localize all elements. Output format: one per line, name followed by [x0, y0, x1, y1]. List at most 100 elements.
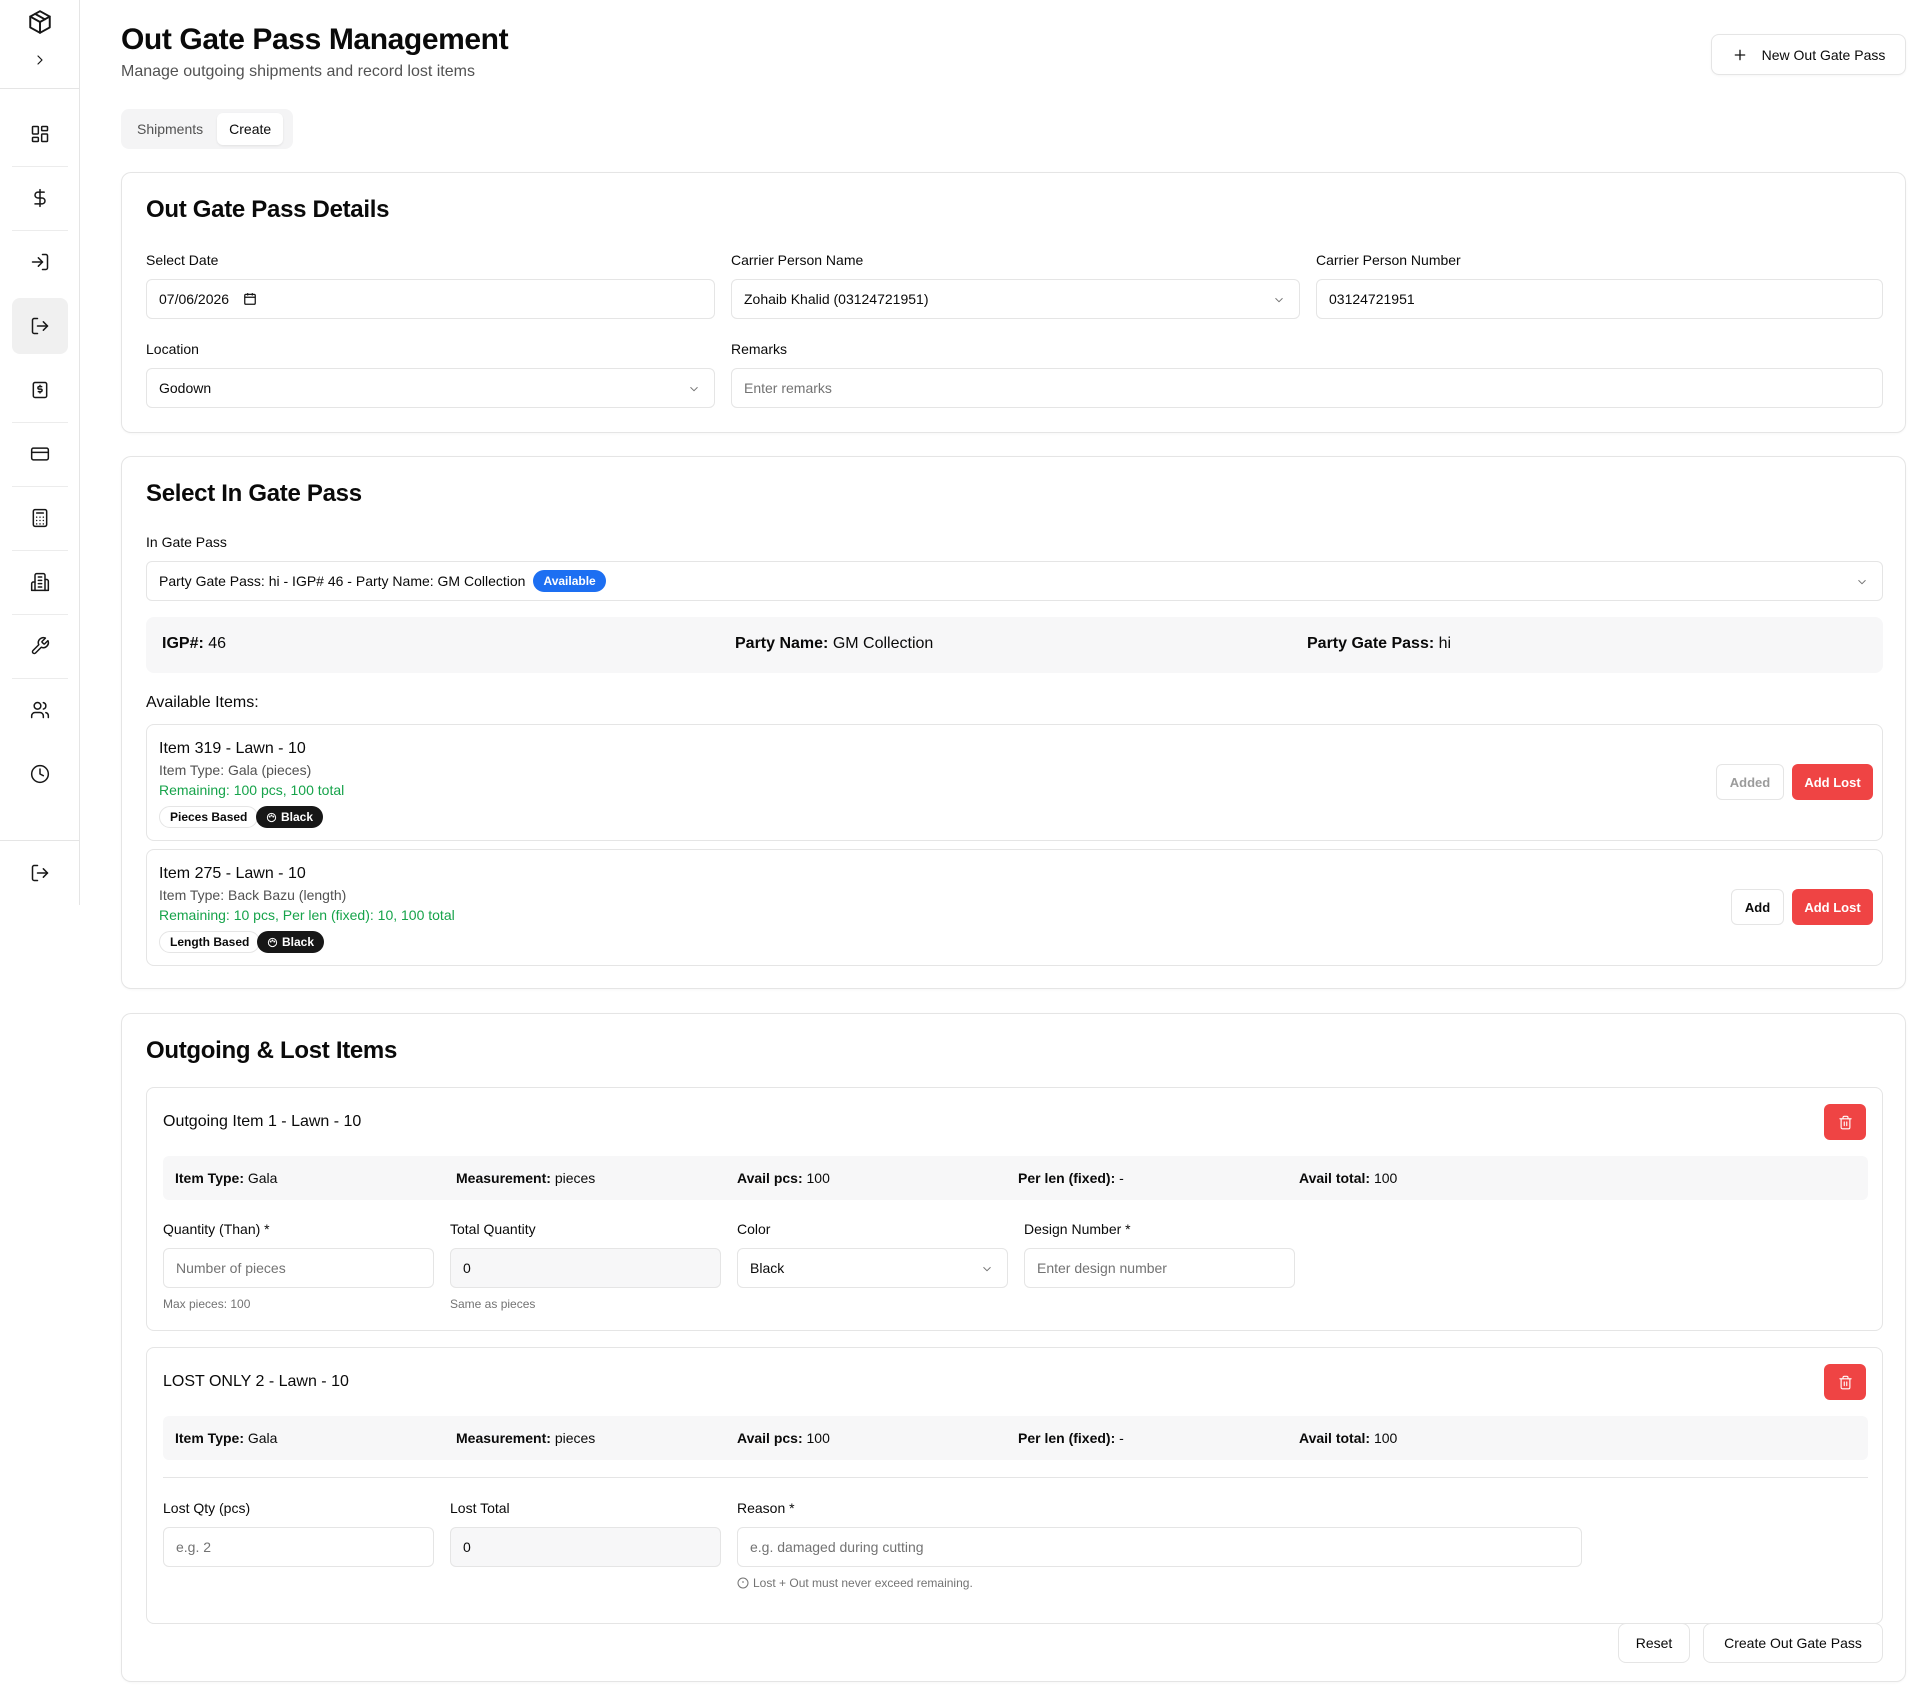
carrier-name-value: Zohaib Khalid (03124721951) — [744, 291, 929, 307]
remarks-label: Remarks — [731, 341, 788, 357]
sidebar — [0, 0, 80, 905]
carrier-name-select[interactable]: Zohaib Khalid (03124721951) — [731, 279, 1300, 319]
sidebar-item-history[interactable] — [12, 746, 68, 802]
calendar-icon[interactable] — [243, 292, 257, 306]
add-lost-button[interactable]: Add Lost — [1792, 764, 1873, 800]
palette-icon — [267, 937, 278, 947]
location-value: Godown — [159, 380, 212, 396]
create-out-gate-pass-button[interactable]: Create Out Gate Pass — [1703, 1623, 1883, 1663]
building-icon — [30, 572, 50, 592]
package-icon[interactable] — [26, 8, 54, 36]
color-chip: Black — [257, 931, 325, 953]
meta-item-type: Item Type: Gala — [175, 1170, 278, 1186]
item-remaining: Remaining: 100 pcs, 100 total — [159, 782, 345, 798]
chevron-down-icon — [1272, 293, 1286, 310]
tab-shipments[interactable]: Shipments — [125, 113, 215, 145]
item-remaining: Remaining: 10 pcs, Per len (fixed): 10, … — [159, 907, 455, 923]
reason-label: Reason * — [737, 1500, 795, 1516]
item-type: Item Type: Back Bazu (length) — [159, 887, 347, 903]
trash-icon — [1838, 1375, 1852, 1389]
added-button[interactable]: Added — [1716, 764, 1784, 800]
tab-create[interactable]: Create — [217, 113, 284, 145]
sidebar-item-finance[interactable] — [12, 170, 68, 226]
quantity-label: Quantity (Than) * — [163, 1221, 270, 1237]
meta-measurement: Measurement: pieces — [456, 1170, 596, 1186]
reason-input[interactable]: e.g. damaged during cutting — [737, 1527, 1582, 1567]
plus-icon — [1734, 49, 1745, 60]
wrench-icon — [31, 636, 50, 655]
delete-item-button[interactable] — [1824, 1364, 1866, 1400]
palette-icon — [266, 812, 277, 822]
party-gate-pass-summary: Party Gate Pass: hi — [1307, 635, 1452, 652]
total-quantity-input: 0 — [450, 1248, 721, 1288]
design-number-input[interactable]: Enter design number — [1024, 1248, 1295, 1288]
lost-qty-label: Lost Qty (pcs) — [163, 1500, 251, 1516]
carrier-name-label: Carrier Person Name — [731, 252, 864, 268]
color-label: Color — [737, 1221, 771, 1237]
sidebar-item-calculator[interactable] — [12, 490, 68, 546]
new-out-gate-pass-button[interactable]: New Out Gate Pass — [1711, 34, 1906, 75]
chevron-right-icon[interactable] — [30, 50, 50, 70]
sidebar-item-users[interactable] — [12, 682, 68, 738]
date-input[interactable]: 07/06/2026 — [146, 279, 715, 319]
date-label: Select Date — [146, 252, 219, 268]
users-icon — [30, 701, 50, 719]
lost-qty-input[interactable]: e.g. 2 — [163, 1527, 434, 1567]
quantity-input[interactable]: Number of pieces — [163, 1248, 434, 1288]
sidebar-item-in-gate[interactable] — [12, 234, 68, 290]
item-meta: Item Type: Gala Measurement: pieces Avai… — [163, 1156, 1868, 1200]
outgoing-item-title: Outgoing Item 1 - Lawn - 10 — [163, 1113, 362, 1130]
lost-total-input: 0 — [450, 1527, 721, 1567]
total-quantity-helper: Same as pieces — [450, 1297, 536, 1311]
remarks-input[interactable]: Enter remarks — [731, 368, 1883, 408]
delete-item-button[interactable] — [1824, 1104, 1866, 1140]
in-gate-pass-value: Party Gate Pass: hi - IGP# 46 - Party Na… — [159, 573, 526, 589]
sidebar-item-payments[interactable] — [12, 426, 68, 482]
credit-card-icon — [30, 447, 50, 461]
sidebar-item-tools[interactable] — [12, 618, 68, 674]
sidebar-item-out-gate[interactable] — [12, 298, 68, 354]
meta-per-len: Per len (fixed): - — [1018, 1430, 1124, 1446]
available-items-label: Available Items: — [146, 694, 259, 711]
sidebar-divider — [0, 88, 80, 89]
in-gate-pass-label: In Gate Pass — [146, 534, 227, 550]
new-out-gate-pass-label: New Out Gate Pass — [1761, 46, 1886, 63]
sidebar-divider-bottom — [0, 840, 80, 841]
add-lost-button[interactable]: Add Lost — [1792, 889, 1873, 925]
dollar-icon — [34, 188, 46, 208]
date-value: 07/06/2026 — [159, 291, 230, 307]
meta-avail-total: Avail total: 100 — [1299, 1430, 1398, 1446]
total-quantity-label: Total Quantity — [450, 1221, 536, 1237]
in-gate-pass-select[interactable]: Party Gate Pass: hi - IGP# 46 - Party Na… — [146, 561, 1883, 601]
divider — [163, 1477, 1868, 1478]
available-item-card: Item 275 - Lawn - 10 Item Type: Back Baz… — [146, 849, 1883, 966]
dashboard-icon — [31, 125, 49, 143]
out-gate-pass-details-card: Out Gate Pass Details Select Date 07/06/… — [121, 172, 1906, 433]
status-badge: Available — [533, 570, 606, 592]
clock-icon — [30, 764, 50, 784]
add-button[interactable]: Add — [1731, 889, 1784, 925]
location-select[interactable]: Godown — [146, 368, 715, 408]
sidebar-item-buildings[interactable] — [12, 554, 68, 610]
details-title: Out Gate Pass Details — [146, 196, 390, 223]
sidebar-item-dashboard[interactable] — [12, 106, 68, 162]
sidebar-item-billing[interactable] — [12, 362, 68, 418]
color-select[interactable]: Black — [737, 1248, 1008, 1288]
carrier-number-input[interactable]: 03124721951 — [1316, 279, 1883, 319]
igp-summary: IGP#: 46 — [162, 635, 227, 652]
sidebar-item-signout[interactable] — [12, 845, 68, 901]
lost-item-card: LOST ONLY 2 - Lawn - 10 Item Type: Gala … — [146, 1347, 1883, 1624]
outgoing-item-card: Outgoing Item 1 - Lawn - 10 Item Type: G… — [146, 1087, 1883, 1331]
reset-button[interactable]: Reset — [1618, 1623, 1690, 1663]
item-meta: Item Type: Gala Measurement: pieces Avai… — [163, 1416, 1868, 1460]
party-name-summary: Party Name: GM Collection — [735, 635, 934, 652]
item-title: Item 275 - Lawn - 10 — [159, 865, 306, 882]
meta-measurement: Measurement: pieces — [456, 1430, 596, 1446]
item-title: Item 319 - Lawn - 10 — [159, 740, 306, 757]
color-chip: Black — [256, 806, 324, 828]
receipt-icon — [32, 381, 48, 399]
basis-chip: Length Based — [159, 931, 261, 953]
logout-icon — [31, 317, 49, 335]
carrier-number-value: 03124721951 — [1329, 291, 1415, 307]
page-title: Out Gate Pass Management — [121, 23, 509, 56]
